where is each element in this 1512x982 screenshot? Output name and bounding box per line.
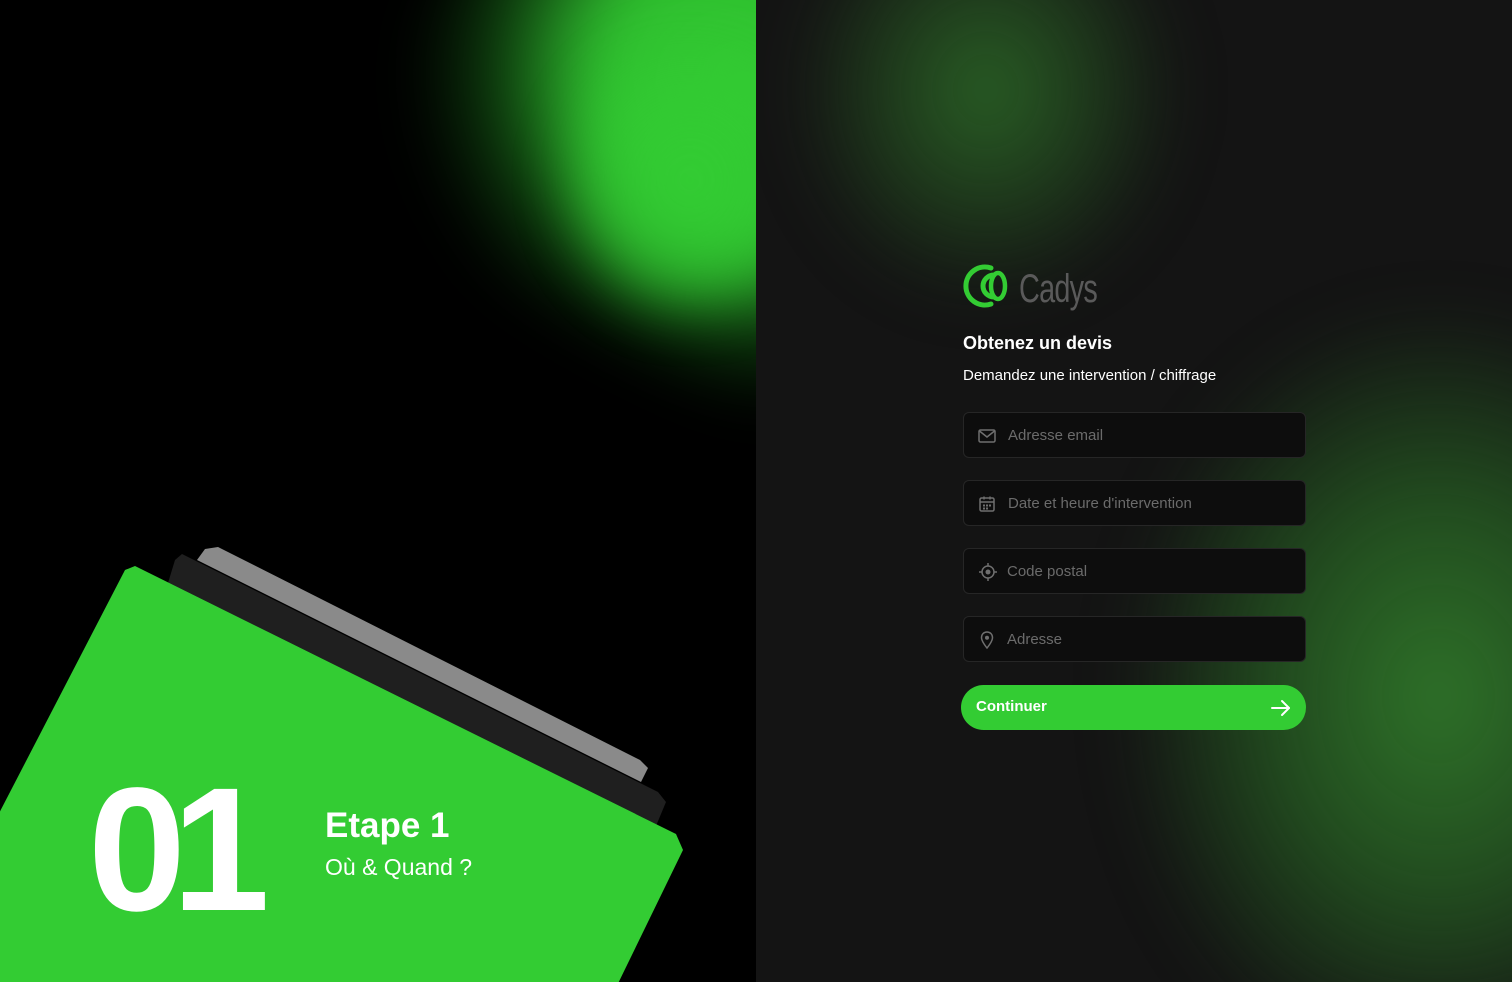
date-input[interactable]: [1008, 481, 1298, 525]
brand-logo: Cadys: [963, 262, 1098, 314]
postal-code-input[interactable]: [1007, 549, 1297, 593]
right-panel: Cadys Obtenez un devis Demandez une inte…: [756, 0, 1512, 982]
arrow-right-icon: [1271, 700, 1290, 716]
crosshair-icon: [979, 563, 997, 581]
email-field[interactable]: [963, 412, 1306, 458]
form-title: Obtenez un devis: [963, 333, 1113, 353]
step-title: Etape 1: [325, 806, 450, 845]
cadys-logo-icon: [963, 264, 1008, 308]
step-subtitle: Où & Quand ?: [325, 854, 473, 880]
date-field[interactable]: [963, 480, 1306, 526]
continue-button[interactable]: Continuer: [961, 685, 1306, 730]
continue-button-label: Continuer: [976, 698, 1047, 715]
address-field[interactable]: [963, 616, 1306, 662]
postal-code-field[interactable]: [963, 548, 1306, 594]
form-subtitle: Demandez une intervention / chiffrage: [963, 367, 1217, 384]
left-panel: 01 Etape 1 Où & Quand ?: [0, 0, 756, 982]
map-pin-icon: [980, 631, 994, 650]
mail-icon: [978, 429, 996, 443]
brand-name: Cadys: [1019, 267, 1098, 311]
address-input[interactable]: [1007, 617, 1297, 661]
email-input[interactable]: [1008, 413, 1298, 457]
step-number: 01: [88, 752, 270, 948]
calendar-icon: [979, 496, 995, 512]
green-glow-top: [796, 0, 1176, 300]
page: 01 Etape 1 Où & Quand ? Cadys Obtenez un…: [0, 0, 1512, 982]
